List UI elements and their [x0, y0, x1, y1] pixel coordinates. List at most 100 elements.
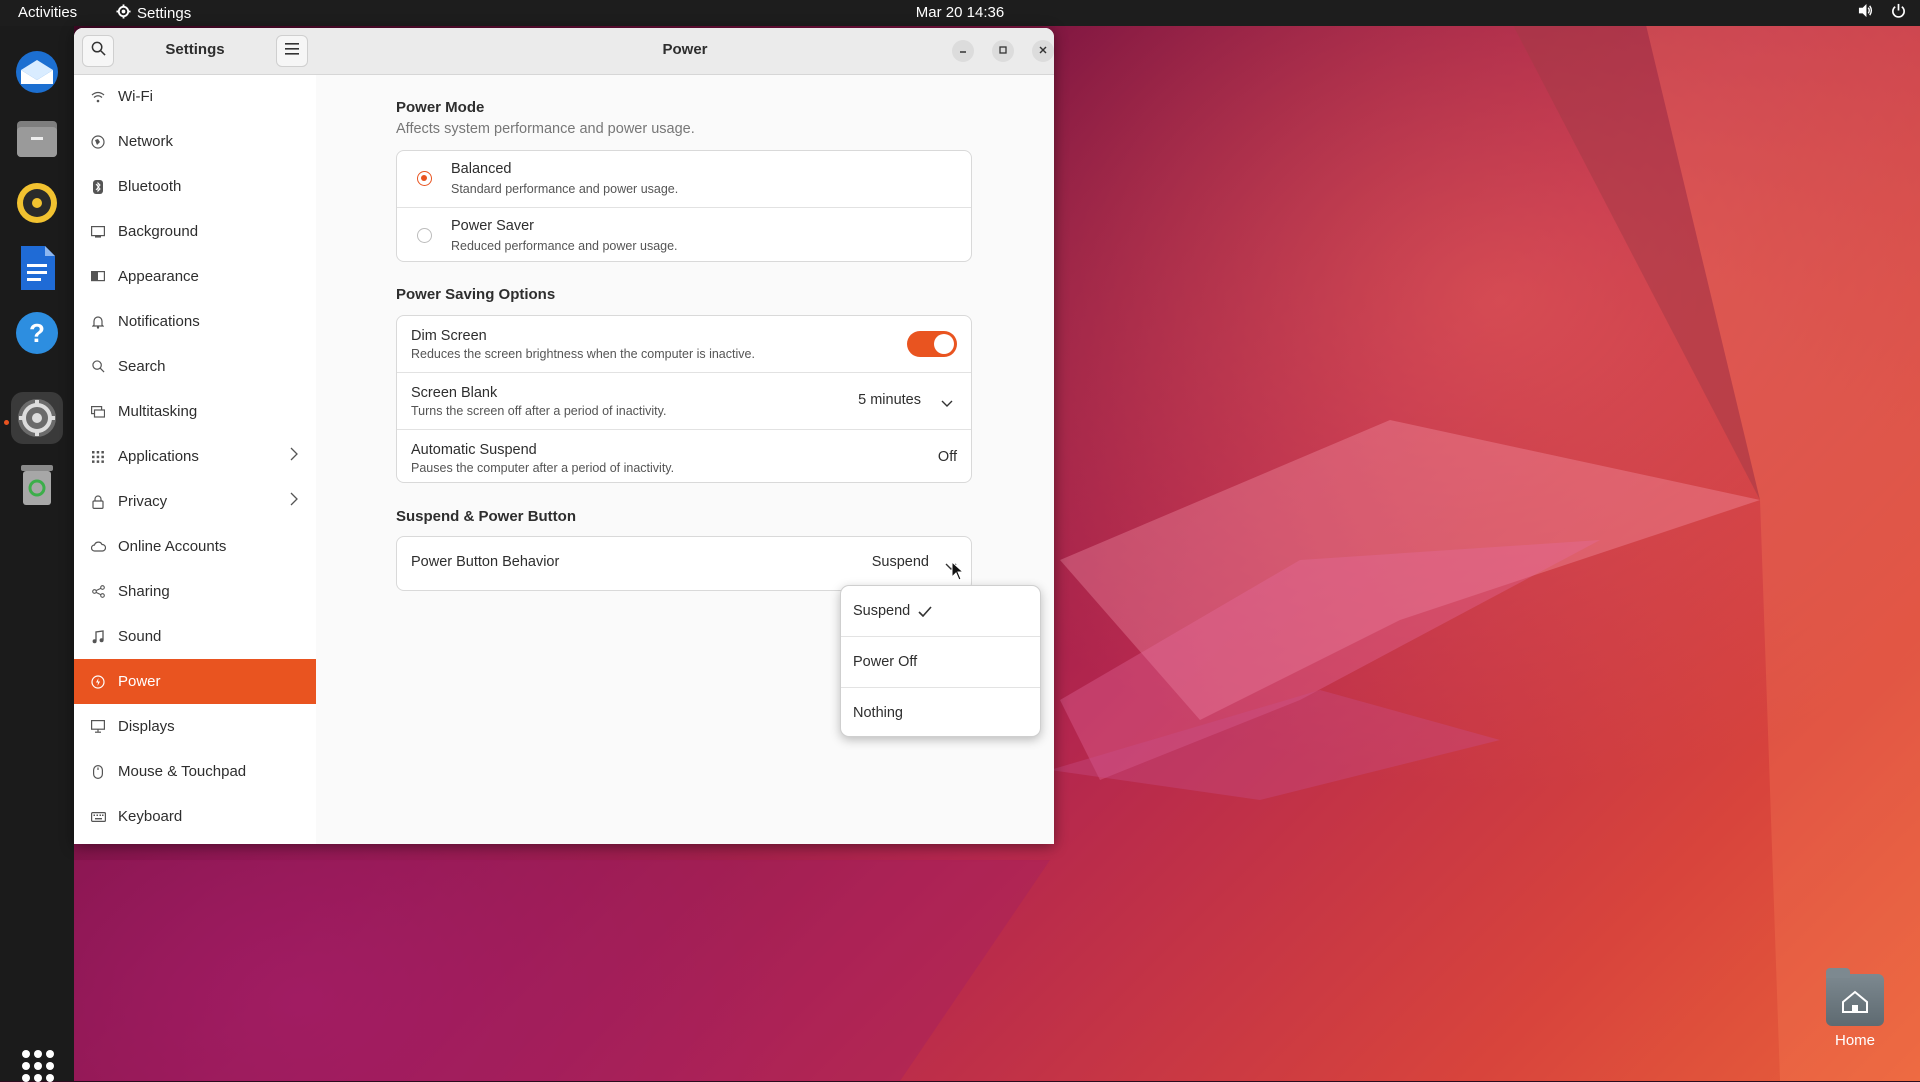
bell-icon [89, 313, 107, 331]
apps-icon [89, 448, 107, 466]
clock[interactable]: Mar 20 14:36 [0, 4, 1920, 21]
balanced-description: Standard performance and power usage. [451, 182, 679, 196]
settings-icon[interactable] [11, 392, 63, 444]
cloud-icon [89, 538, 107, 556]
screen-blank-row[interactable]: Screen Blank Turns the screen off after … [397, 373, 971, 430]
page-title: Power [662, 41, 708, 58]
rhythmbox-icon[interactable] [11, 177, 63, 229]
share-icon [89, 583, 107, 601]
sidebar-item-label: Online Accounts [118, 538, 227, 555]
sidebar-item-sound[interactable]: Sound [74, 614, 316, 659]
sidebar-item-background[interactable]: Background [74, 209, 316, 254]
system-tray[interactable] [1858, 3, 1906, 22]
home-desktop-icon[interactable]: Home [1820, 968, 1890, 1049]
minimize-icon [958, 42, 968, 60]
sidebar-item-network[interactable]: Network [74, 119, 316, 164]
power-button-behavior-row[interactable]: Power Button Behavior Suspend [397, 537, 971, 590]
sidebar: Settings Wi-Fi Network Bluetooth Backgro… [74, 28, 317, 844]
mouse-icon [89, 763, 107, 781]
sidebar-item-label: Bluetooth [118, 178, 182, 195]
popover-option-suspend[interactable]: Suspend [841, 586, 1040, 637]
sidebar-item-label: Notifications [118, 313, 200, 330]
power-button-behavior-title: Power Button Behavior [411, 554, 560, 570]
screen-blank-value[interactable]: 5 minutes [858, 392, 921, 408]
sidebar-item-multitasking[interactable]: Multitasking [74, 389, 316, 434]
power-menu-icon[interactable] [1891, 3, 1906, 22]
files-icon[interactable] [11, 112, 63, 164]
power-mode-balanced-row[interactable]: Balanced Standard performance and power … [397, 151, 971, 208]
sidebar-item-bluetooth[interactable]: Bluetooth [74, 164, 316, 209]
wifi-icon [89, 88, 107, 106]
sidebar-item-applications[interactable]: Applications [74, 434, 316, 479]
option-label: Suspend [853, 603, 911, 619]
sidebar-item-displays[interactable]: Displays [74, 704, 316, 749]
mouse-cursor-icon [951, 560, 965, 586]
check-icon [918, 605, 932, 617]
sidebar-item-label: Appearance [118, 268, 199, 285]
sidebar-item-label: Privacy [118, 493, 168, 510]
top-bar: Activities Settings Mar 20 14:36 [0, 0, 1920, 26]
writer-icon[interactable] [11, 242, 63, 294]
sidebar-item-search[interactable]: Search [74, 344, 316, 389]
power-mode-subtitle: Affects system performance and power usa… [396, 121, 695, 137]
sidebar-item-online-accounts[interactable]: Online Accounts [74, 524, 316, 569]
automatic-suspend-row[interactable]: Automatic Suspend Pauses the computer af… [397, 430, 971, 484]
sidebar-item-mouse-touchpad[interactable]: Mouse & Touchpad [74, 749, 316, 794]
power-button-behavior-value[interactable]: Suspend [872, 554, 929, 570]
power-saver-radio[interactable] [417, 228, 432, 243]
sidebar-item-label: Search [118, 358, 166, 375]
sidebar-item-appearance[interactable]: Appearance [74, 254, 316, 299]
home-folder-icon [1826, 968, 1884, 1026]
dim-screen-title: Dim Screen [411, 328, 487, 344]
sidebar-item-label: Network [118, 133, 174, 150]
sidebar-item-label: Background [118, 223, 199, 240]
balanced-radio[interactable] [417, 171, 432, 186]
multitasking-icon [89, 403, 107, 421]
sidebar-item-label: Wi-Fi [118, 88, 153, 105]
power-saving-card: Dim Screen Reduces the screen brightness… [396, 315, 972, 483]
trash-icon[interactable] [11, 458, 63, 510]
power-button-card: Power Button Behavior Suspend [396, 536, 972, 591]
sidebar-item-notifications[interactable]: Notifications [74, 299, 316, 344]
show-apps-button[interactable] [22, 1050, 54, 1082]
popover-option-power-off[interactable]: Power Off [841, 637, 1040, 688]
minimize-button[interactable] [952, 40, 974, 62]
main-menu-button[interactable] [276, 35, 308, 67]
sidebar-item-power[interactable]: Power [74, 659, 316, 704]
power-mode-title: Power Mode [396, 99, 485, 116]
network-icon [89, 133, 107, 151]
close-button[interactable] [1032, 40, 1054, 62]
sidebar-item-label: Displays [118, 718, 175, 735]
lock-icon [89, 493, 107, 511]
popover-option-nothing[interactable]: Nothing [841, 688, 1040, 738]
sidebar-item-sharing[interactable]: Sharing [74, 569, 316, 614]
dim-screen-toggle[interactable] [907, 331, 957, 357]
chevron-right-icon [290, 492, 298, 510]
automatic-suspend-description: Pauses the computer after a period of in… [411, 461, 675, 475]
automatic-suspend-title: Automatic Suspend [411, 442, 537, 458]
suspend-power-button-title: Suspend & Power Button [396, 508, 576, 525]
dim-screen-row[interactable]: Dim Screen Reduces the screen brightness… [397, 316, 971, 373]
power-saver-description: Reduced performance and power usage. [451, 239, 678, 253]
sidebar-item-label: Sound [118, 628, 162, 645]
sidebar-item-keyboard[interactable]: Keyboard [74, 794, 316, 839]
automatic-suspend-value: Off [937, 449, 957, 465]
dock: ? [0, 26, 74, 1082]
option-label: Nothing [853, 705, 903, 721]
power-mode-saver-row[interactable]: Power Saver Reduced performance and powe… [397, 208, 971, 262]
thunderbird-icon[interactable] [11, 46, 63, 98]
volume-icon[interactable] [1858, 3, 1873, 22]
screen-blank-description: Turns the screen off after a period of i… [411, 404, 667, 418]
sidebar-item-wifi[interactable]: Wi-Fi [74, 74, 316, 119]
close-icon [1038, 42, 1048, 60]
maximize-button[interactable] [992, 40, 1014, 62]
maximize-icon [998, 42, 1008, 60]
chevron-down-icon[interactable] [941, 395, 953, 413]
appearance-icon [89, 268, 107, 286]
help-icon[interactable]: ? [11, 307, 63, 359]
balanced-title: Balanced [451, 161, 512, 177]
sidebar-item-label: Power [118, 673, 161, 690]
search-icon [89, 358, 107, 376]
sidebar-item-privacy[interactable]: Privacy [74, 479, 316, 524]
power-mode-card: Balanced Standard performance and power … [396, 150, 972, 262]
